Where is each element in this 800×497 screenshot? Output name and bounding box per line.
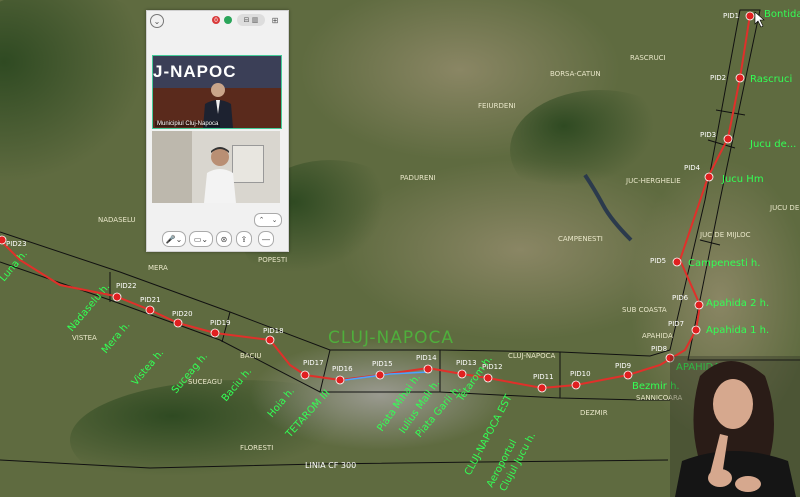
place-label: APAHIDA — [642, 332, 673, 340]
video-call-panel[interactable]: ⌄ 0 ⊟ ▥ ⊞ J-NAPOC Municipiul Cluj-Napoca… — [146, 10, 289, 252]
place-label: BORSA-CATUN — [550, 70, 601, 78]
share-icon[interactable]: ⇪ — [236, 231, 252, 247]
pid-label: PID19 — [210, 319, 231, 327]
camera-icon[interactable]: ▭⌄ — [189, 231, 213, 247]
pid-label: PID15 — [372, 360, 393, 368]
settings-icon[interactable]: ⊛ — [216, 231, 232, 247]
pid-label: PID4 — [684, 164, 701, 172]
line-label: LINIA CF 300 — [305, 461, 356, 470]
place-label: PADURENI — [400, 174, 436, 182]
participant-tile-speaker[interactable]: J-NAPOC Municipiul Cluj-Napoca — [152, 55, 282, 129]
pid-label: PID20 — [172, 310, 193, 318]
pid-label: PID13 — [456, 359, 477, 367]
view-toggle[interactable]: ⊟ ▥ — [237, 14, 265, 26]
pid-label: PID5 — [650, 257, 666, 265]
participant-tile-camera[interactable] — [152, 131, 280, 203]
place-label: RASCRUCI — [630, 54, 666, 62]
pid-label: PID11 — [533, 373, 554, 381]
station-label: Campenesti h. — [688, 258, 760, 269]
station-label: Rascruci — [750, 74, 792, 85]
pid-label: PID18 — [263, 327, 284, 335]
scroll-down-button[interactable]: ⌄ — [272, 216, 278, 224]
station-label: Jucu de... — [749, 139, 796, 150]
pid-label: PID3 — [700, 131, 716, 139]
pid-label: PID2 — [710, 74, 726, 82]
pid-label: PID10 — [570, 370, 591, 378]
pid-label: PID14 — [416, 354, 437, 362]
tile-scroll-buttons[interactable]: ⌃ ⌄ — [254, 213, 282, 227]
pid-label: PID8 — [651, 345, 667, 353]
grid-icon[interactable]: ⊞ — [268, 14, 282, 26]
pid-label: PID6 — [672, 294, 689, 302]
pid-label: PID7 — [668, 320, 684, 328]
sign-language-interpreter — [670, 356, 800, 497]
participant-name: Municipiul Cluj-Napoca — [155, 121, 221, 127]
place-label: DEZMIR — [580, 409, 608, 417]
pid-label: PID22 — [116, 282, 137, 290]
wall-picture — [232, 145, 264, 183]
station-label: Jucu Hm — [721, 174, 764, 185]
place-label: VISTEA — [72, 334, 97, 342]
place-label: FLORESTI — [240, 444, 273, 452]
recording-badge: 0 — [212, 16, 220, 24]
place-label: POPESTI — [258, 256, 287, 264]
status-dot — [224, 16, 232, 24]
place-label: CLUJ-NAPOCA — [508, 352, 556, 360]
pid-label: PID9 — [615, 362, 631, 370]
chevron-down-icon[interactable]: ⌄ — [150, 14, 164, 28]
place-label: NADASELU — [98, 216, 136, 224]
participant-figure — [204, 147, 236, 203]
microphone-icon[interactable]: 🎤⌄ — [162, 231, 186, 247]
place-label: SUB COASTA — [622, 306, 667, 314]
pid-label: PID21 — [140, 296, 161, 304]
station-label: Apahida 1 h. — [706, 325, 769, 336]
leave-icon[interactable]: — — [258, 231, 274, 247]
place-label: SUCEAGU — [188, 378, 222, 386]
pid-label: PID17 — [303, 359, 324, 367]
city-label: CLUJ-NAPOCA — [328, 328, 454, 348]
station-label: Bontida — [764, 9, 800, 20]
place-label: FEIURDENI — [478, 102, 516, 110]
window-light — [152, 131, 192, 203]
pid-label: PID16 — [332, 365, 353, 373]
scroll-up-button[interactable]: ⌃ — [259, 216, 265, 224]
place-label: JUC DE MIJLOC — [699, 231, 751, 239]
place-label: JUCU DE SUS — [769, 204, 800, 212]
pid-label: PID23 — [6, 240, 27, 248]
place-label: MERA — [148, 264, 168, 272]
station-label: Apahida 2 h. — [706, 298, 769, 309]
place-label: BACIU — [240, 352, 262, 360]
place-label: CAMPENESTI — [558, 235, 603, 243]
place-label: JUC-HERGHELIE — [625, 177, 681, 185]
pid-label: PID1 — [723, 12, 739, 20]
